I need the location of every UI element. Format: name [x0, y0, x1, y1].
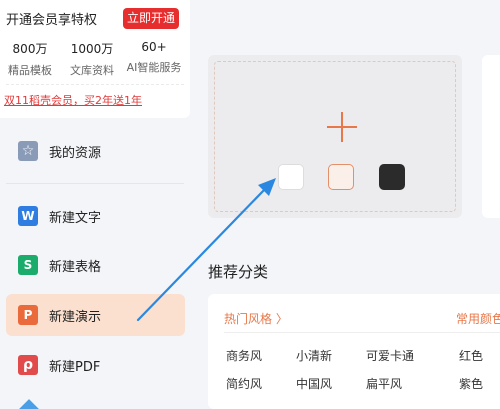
tab-hot-styles[interactable]: 热门风格 〉 — [224, 310, 288, 327]
category-panel: 热门风格 〉 常用颜色 商务风 小清新 可爱卡通 红色 简约风 中国风 扁平风 … — [208, 294, 500, 409]
sidebar-item-new-presentation[interactable]: P 新建演示 — [6, 294, 185, 336]
promo-link[interactable]: 双11稻壳会员，买2年送1年 — [4, 92, 142, 108]
template-drop-area — [214, 61, 456, 212]
dark-theme-swatch[interactable] — [379, 164, 405, 190]
sidebar-item-new-document[interactable]: W 新建文字 — [6, 195, 185, 237]
peach-theme-swatch[interactable] — [328, 164, 354, 190]
tab-common-colors[interactable]: 常用颜色 — [456, 310, 500, 327]
membership-card: 开通会员享特权 立即开通 800万 精品模板 1000万 文库资料 60+ AI… — [0, 0, 190, 118]
stat-value: 800万 — [12, 42, 48, 56]
spreadsheet-icon: S — [18, 255, 38, 275]
white-theme-swatch[interactable] — [278, 164, 304, 190]
sidebar-item-my-resources[interactable]: ☆ 我的资源 — [6, 130, 185, 172]
stat-label: 精品模板 — [8, 64, 52, 77]
stat-label: AI智能服务 — [126, 61, 182, 74]
pdf-icon: ρ — [18, 355, 38, 375]
plus-icon-bar — [327, 126, 357, 128]
stat-value: 1000万 — [70, 42, 114, 56]
sidebar-item-label: 新建文字 — [49, 210, 102, 226]
category-cartoon[interactable]: 可爱卡通 — [366, 347, 414, 364]
sidebar-item-label: 新建表格 — [49, 259, 102, 275]
sidebar-item-label: 我的资源 — [49, 145, 102, 161]
sidebar-item-new-pdf[interactable]: ρ 新建PDF — [6, 344, 185, 386]
category-fresh[interactable]: 小清新 — [296, 347, 332, 364]
stat-label: 文库资料 — [70, 64, 114, 77]
sidebar-item-label: 新建演示 — [49, 309, 102, 325]
next-template-card[interactable] — [482, 55, 500, 218]
star-icon: ☆ — [18, 141, 38, 161]
stat-value: 60+ — [141, 40, 167, 54]
writer-icon: W — [18, 206, 38, 226]
category-chinese[interactable]: 中国风 — [296, 375, 332, 392]
membership-title: 开通会员享特权 — [6, 13, 98, 28]
divider — [6, 84, 184, 85]
stat-ai-services: 60+ AI智能服务 — [122, 40, 186, 75]
open-membership-button[interactable]: 立即开通 — [123, 8, 179, 29]
sidebar-item-label: 新建PDF — [49, 359, 101, 375]
sidebar-item-new-spreadsheet[interactable]: S 新建表格 — [6, 244, 185, 286]
sidebar-divider — [6, 183, 184, 184]
section-title: 推荐分类 — [208, 263, 269, 281]
stat-templates: 800万 精品模板 — [6, 40, 54, 78]
more-app-icon[interactable] — [19, 399, 39, 409]
category-flat[interactable]: 扁平风 — [366, 375, 402, 392]
divider — [224, 332, 500, 333]
blank-template-card[interactable] — [208, 55, 462, 218]
category-business[interactable]: 商务风 — [226, 347, 262, 364]
category-purple[interactable]: 紫色 — [459, 375, 483, 392]
presentation-icon: P — [18, 305, 38, 325]
category-simple[interactable]: 简约风 — [226, 375, 262, 392]
category-red[interactable]: 红色 — [459, 347, 483, 364]
stat-library: 1000万 文库资料 — [64, 40, 120, 78]
